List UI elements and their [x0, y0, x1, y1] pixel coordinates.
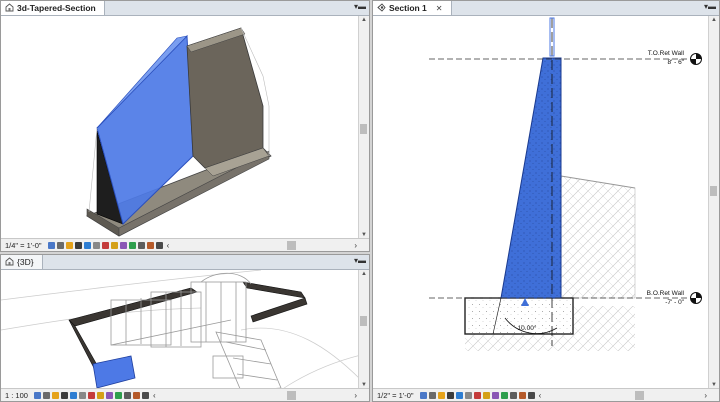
tab-3d-tapered-section[interactable]: 3d-Tapered-Section: [1, 1, 105, 15]
sun-path-icon[interactable]: [65, 241, 73, 249]
unlock-3d-icon[interactable]: [110, 241, 118, 249]
pane-menu-icon[interactable]: ▾▬: [354, 2, 366, 11]
chevron-right-icon[interactable]: ›: [704, 391, 707, 400]
unlock-3d-icon[interactable]: [482, 391, 490, 399]
house-3d-icon: [5, 256, 14, 268]
show-crop-icon[interactable]: [101, 241, 109, 249]
reveal-hidden-icon[interactable]: [128, 241, 136, 249]
scroll-thumb[interactable]: [360, 316, 367, 326]
highlight-icon[interactable]: [146, 241, 154, 249]
visual-style-icon[interactable]: [428, 391, 436, 399]
show-crop-icon[interactable]: [473, 391, 481, 399]
tab-label: Section 1: [389, 3, 427, 13]
horizontal-scroll-thumb[interactable]: [287, 241, 296, 250]
show-crop-icon[interactable]: [87, 391, 95, 399]
detail-level-icon[interactable]: [33, 391, 41, 399]
pane-menu-icon[interactable]: ▾▬: [704, 2, 716, 11]
visual-style-icon[interactable]: [56, 241, 64, 249]
3d-model-viewport[interactable]: [1, 269, 362, 392]
constraints-icon[interactable]: [141, 391, 149, 399]
constraints-icon[interactable]: [527, 391, 535, 399]
section-view-icon: [377, 2, 386, 14]
shadows-icon[interactable]: [74, 241, 82, 249]
tapered-3d-viewport[interactable]: [1, 16, 359, 239]
3d-view-control-bar: 1 : 100 ‹ ›: [1, 388, 369, 401]
crop-icon[interactable]: [78, 391, 86, 399]
view-scale[interactable]: 1 : 100: [1, 391, 34, 400]
tapered-wall-model: [86, 27, 272, 237]
constraints-icon[interactable]: [155, 241, 163, 249]
crop-icon[interactable]: [92, 241, 100, 249]
top-level-elevation: 8' - 6": [667, 59, 684, 66]
level-marker-icon: [690, 292, 702, 304]
house-3d-icon: [5, 2, 14, 14]
unlock-3d-icon[interactable]: [96, 391, 104, 399]
shadows-icon[interactable]: [60, 391, 68, 399]
horizontal-scroll-thumb[interactable]: [287, 391, 296, 400]
analysis-display-icon[interactable]: [509, 391, 517, 399]
analysis-display-icon[interactable]: [137, 241, 145, 249]
soil-backfill: [560, 175, 636, 299]
tab-section-1[interactable]: Section 1 ✕: [373, 1, 452, 15]
chevron-left-icon[interactable]: ‹: [153, 391, 156, 400]
section-drawing: T.O.Ret Wall 8' - 6" B.O.Ret Wall -7' - …: [429, 17, 702, 351]
section-view-control-bar: 1/2" = 1'-0" ‹ ›: [373, 388, 719, 401]
tapered-vertical-scrollbar[interactable]: ▲ ▼: [358, 16, 369, 239]
3d-view-pane[interactable]: {3D} ▾▬ ▲ ▼ 1: 100 ‹ ›: [0, 254, 370, 402]
tapered-view-control-bar: 1/4" = 1'-0" ‹ ›: [1, 238, 369, 251]
detail-level-icon[interactable]: [47, 241, 55, 249]
section-vertical-scrollbar[interactable]: ▲ ▼: [708, 16, 719, 389]
tapered-view-tabbar: 3d-Tapered-Section ▾▬: [1, 1, 369, 16]
bottom-level-elevation: -7' - 0": [665, 299, 684, 306]
chevron-right-icon[interactable]: ›: [354, 241, 357, 250]
scroll-thumb[interactable]: [360, 124, 367, 134]
bottom-level-name: B.O.Ret Wall: [647, 290, 685, 297]
render-icon[interactable]: [455, 391, 463, 399]
scroll-up-arrow-icon[interactable]: ▲: [359, 270, 369, 278]
top-level-name: T.O.Ret Wall: [648, 50, 685, 57]
3d-view-tabbar: {3D} ▾▬: [1, 255, 369, 270]
chevron-left-icon[interactable]: ‹: [539, 391, 542, 400]
close-icon[interactable]: ✕: [436, 4, 443, 13]
3d-vertical-scrollbar[interactable]: ▲ ▼: [358, 270, 369, 389]
view-scale[interactable]: 1/4" = 1'-0": [1, 241, 48, 250]
temporary-hide-icon[interactable]: [491, 391, 499, 399]
tab-3d[interactable]: {3D}: [1, 255, 43, 269]
taper-angle-dimension: 10.00°: [518, 324, 537, 332]
chevron-right-icon[interactable]: ›: [354, 391, 357, 400]
level-marker-icon: [690, 53, 702, 65]
pane-menu-icon[interactable]: ▾▬: [354, 256, 366, 265]
scroll-up-arrow-icon[interactable]: ▲: [359, 16, 369, 24]
temporary-hide-icon[interactable]: [119, 241, 127, 249]
visual-style-icon[interactable]: [42, 391, 50, 399]
tab-label: {3D}: [17, 257, 34, 267]
highlight-icon[interactable]: [132, 391, 140, 399]
detail-level-icon[interactable]: [419, 391, 427, 399]
sun-path-icon[interactable]: [51, 391, 59, 399]
highlight-icon[interactable]: [518, 391, 526, 399]
sun-path-icon[interactable]: [437, 391, 445, 399]
render-icon[interactable]: [83, 241, 91, 249]
reveal-hidden-icon[interactable]: [114, 391, 122, 399]
scroll-up-arrow-icon[interactable]: ▲: [709, 16, 719, 24]
analysis-display-icon[interactable]: [123, 391, 131, 399]
crop-icon[interactable]: [464, 391, 472, 399]
tab-label: 3d-Tapered-Section: [17, 3, 96, 13]
section-view-pane[interactable]: Section 1 ✕ ▾▬ T.O.Ret Wall 8' - 6" B.O.…: [372, 0, 720, 402]
horizontal-scroll-thumb[interactable]: [635, 391, 644, 400]
building-model: [1, 269, 362, 392]
render-icon[interactable]: [69, 391, 77, 399]
temporary-hide-icon[interactable]: [105, 391, 113, 399]
section-viewport[interactable]: T.O.Ret Wall 8' - 6" B.O.Ret Wall -7' - …: [373, 16, 709, 389]
view-scale[interactable]: 1/2" = 1'-0": [373, 391, 420, 400]
shadows-icon[interactable]: [446, 391, 454, 399]
chevron-left-icon[interactable]: ‹: [167, 241, 170, 250]
tapered-view-pane[interactable]: 3d-Tapered-Section ▾▬ ▲ ▼ 1/4" = 1'-0" ‹…: [0, 0, 370, 252]
reveal-hidden-icon[interactable]: [500, 391, 508, 399]
scroll-thumb[interactable]: [710, 186, 717, 196]
section-view-tabbar: Section 1 ✕ ▾▬: [373, 1, 719, 16]
